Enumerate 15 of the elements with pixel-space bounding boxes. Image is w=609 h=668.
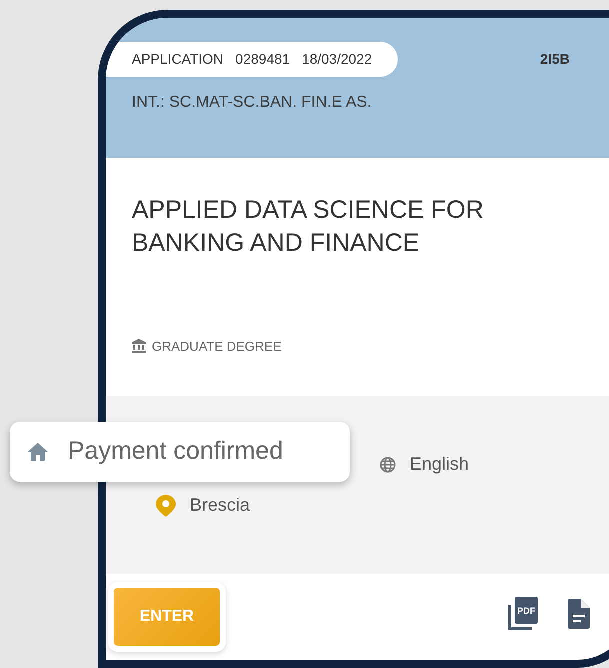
course-subtitle: INT.: SC.MAT-SC.BAN. FIN.E AS. [131, 93, 373, 113]
location-pin-icon [156, 494, 176, 516]
globe-icon [380, 456, 396, 472]
home-icon [28, 443, 48, 461]
application-number: 0289481 [236, 50, 290, 69]
course-code: 2I5B [540, 50, 570, 69]
degree-type: GRADUATE DEGREE [152, 338, 282, 356]
course-title: APPLIED DATA SCIENCE FOR BANKING AND FINANCE [131, 195, 485, 258]
toast-text: Payment confirmed [68, 436, 284, 468]
language-text: English [410, 453, 470, 476]
application-label: APPLICATION [132, 50, 224, 69]
institution-icon [132, 339, 146, 354]
location-text: Brescia [190, 494, 250, 517]
application-date: 18/03/2022 [302, 50, 372, 69]
document-icon[interactable] [568, 599, 590, 629]
